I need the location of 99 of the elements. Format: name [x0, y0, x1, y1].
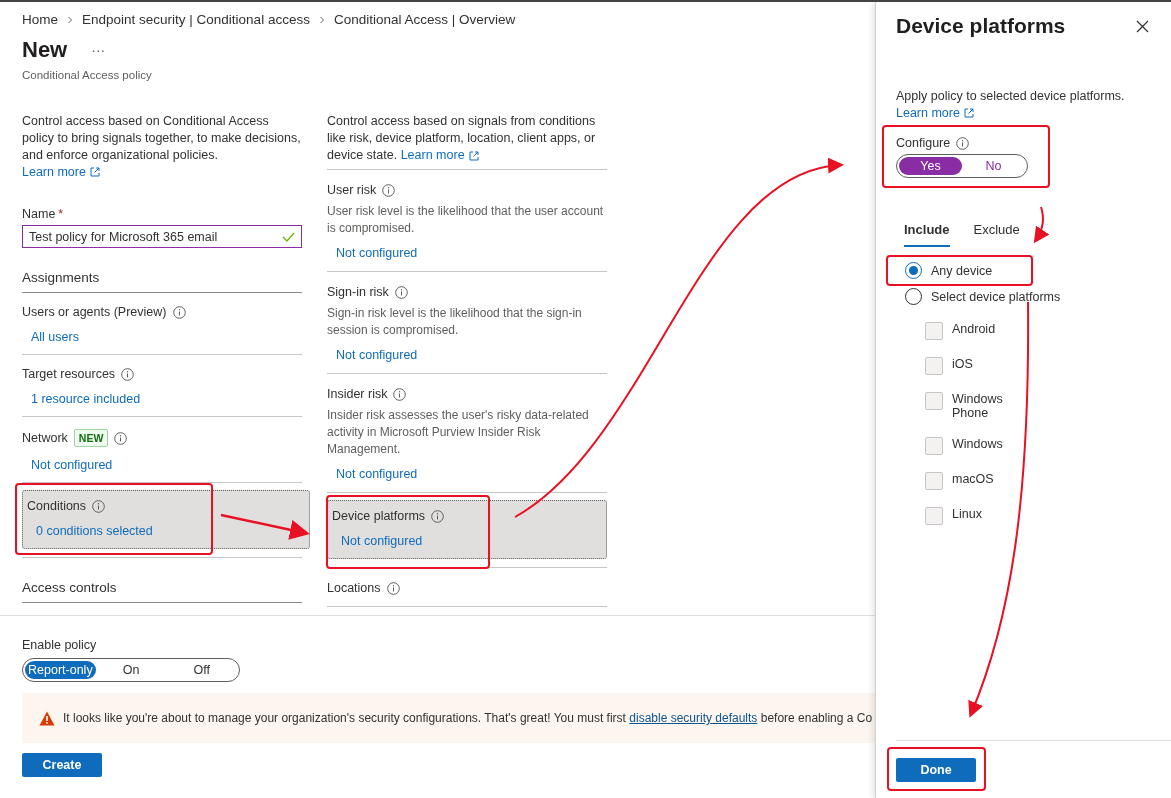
item-value-link[interactable]: All users — [22, 330, 302, 344]
policy-option[interactable]: Report-only — [25, 661, 96, 679]
item-label: Conditions — [27, 499, 87, 513]
learn-more-link[interactable]: Learn more — [896, 106, 974, 120]
item-value-link[interactable]: Not configured — [332, 534, 602, 548]
policy-option[interactable]: Off — [166, 661, 237, 679]
checkbox-label: Linux — [952, 507, 982, 521]
checkbox-label: Windows — [952, 437, 1003, 451]
platform-option[interactable]: macOS — [896, 472, 1026, 490]
platform-option[interactable]: Windows Phone — [896, 392, 1026, 420]
breadcrumb-link[interactable]: Conditional Access | Overview — [333, 12, 516, 27]
radio-option[interactable]: Select device platforms — [905, 288, 1061, 305]
section-heading: Access controls — [22, 580, 302, 603]
breadcrumb-link[interactable]: Home — [22, 12, 58, 27]
conditions-intro: Control access based on signals from conditions like risk, device platform, location, client apps, or device state. Learn more — [327, 113, 597, 164]
radio-label: Any device — [931, 263, 993, 278]
checkbox-label: iOS — [952, 357, 973, 371]
arrow — [1033, 206, 1050, 244]
checkbox[interactable] — [925, 322, 943, 340]
item-value-link[interactable]: Not configured — [327, 467, 607, 481]
checkbox[interactable] — [925, 472, 943, 490]
assignment-item[interactable]: Conditions 0 conditions selected — [22, 490, 310, 549]
platform-option[interactable]: iOS — [896, 357, 1026, 375]
item-value-link[interactable]: 0 conditions selected — [27, 524, 305, 538]
info-icon — [431, 509, 445, 523]
assignment-item[interactable]: Network NEW Not configured — [22, 417, 302, 483]
condition-item[interactable]: Locations — [327, 568, 607, 607]
breadcrumb-link[interactable]: Endpoint security | Conditional access — [82, 12, 310, 27]
item-description: Insider risk assesses the user's risky data-related activity in Microsoft Purview Insider Risk Management. — [327, 407, 590, 458]
done-button[interactable]: Done — [896, 757, 976, 782]
condition-item[interactable]: Device platforms Not configured — [327, 500, 607, 559]
platform-option[interactable]: Windows — [896, 437, 1026, 455]
item-label: Sign-in risk — [327, 285, 389, 299]
assignment-item[interactable]: Target resources 1 resource included — [22, 355, 302, 417]
checkbox-label: Android — [952, 322, 996, 336]
platform-option[interactable]: Android — [896, 322, 1026, 340]
disable-defaults-link[interactable]: disable security defaults — [629, 711, 758, 725]
external-link-icon — [963, 108, 974, 118]
item-value-link[interactable]: Not configured — [327, 246, 607, 260]
assignment-item[interactable]: Users or agents (Preview) All users — [22, 293, 302, 355]
item-description: User risk level is the likelihood that the user account is compromised. — [327, 203, 605, 237]
platform-option[interactable]: Linux — [896, 507, 1026, 525]
item-description: Sign-in risk level is the likelihood that the sign-in session is compromised. — [327, 305, 583, 339]
item-value-link[interactable]: 1 resource included — [22, 392, 302, 406]
item-value-link[interactable]: Not configured — [22, 458, 302, 472]
name-label: Name * — [22, 207, 64, 221]
item-label: Device platforms — [332, 509, 426, 523]
info-icon — [382, 183, 396, 197]
info-icon — [92, 499, 106, 513]
condition-item[interactable]: User risk User risk level is the likelihood that the user account is compromised. Not configured — [327, 170, 607, 272]
chevron-icon — [66, 15, 74, 24]
intro-text: Control access based on Conditional Access policy to bring signals together, to make decisions, and enforce organizational policies. — [22, 113, 302, 164]
info-icon — [956, 136, 970, 150]
info-icon — [386, 581, 400, 595]
radio-option[interactable]: Any device — [905, 262, 993, 279]
more-button[interactable]: ··· — [91, 42, 106, 58]
new-badge: NEW — [73, 429, 109, 447]
page-title: New — [22, 37, 68, 63]
item-label: User risk — [327, 183, 377, 197]
checkbox[interactable] — [925, 357, 943, 375]
configure-label: Configure — [896, 136, 951, 150]
radio-label: Select device platforms — [931, 289, 1061, 304]
panel-title: Device platforms — [896, 14, 1066, 38]
item-label: Network — [22, 431, 68, 445]
item-label: Locations — [327, 581, 381, 595]
item-label: Users or agents (Preview) — [22, 305, 167, 319]
warning-icon — [39, 710, 55, 726]
chevron-icon — [317, 15, 326, 24]
item-label: Target resources — [22, 367, 116, 381]
info-icon — [394, 285, 408, 299]
section-heading: Assignments — [22, 270, 302, 293]
learn-more-link[interactable]: Learn more — [22, 165, 100, 179]
external-link-icon — [468, 150, 479, 161]
name-field[interactable]: Test policy for Microsoft 365 email — [22, 225, 302, 248]
configure-option[interactable]: Yes — [899, 157, 962, 175]
policy-option[interactable]: On — [95, 661, 167, 679]
configure-option[interactable]: No — [962, 157, 1025, 175]
item-value-link[interactable]: Not configured — [327, 348, 607, 362]
checkbox-label: macOS — [952, 472, 994, 486]
tab[interactable]: Exclude — [973, 222, 1020, 247]
checkbox[interactable] — [925, 392, 943, 410]
learn-more-link[interactable]: Learn more — [400, 147, 479, 164]
checkbox-label: Windows Phone — [952, 392, 1004, 420]
panel-description: Apply policy to selected device platforms. — [896, 88, 1126, 105]
info-icon — [121, 367, 135, 381]
condition-item[interactable]: Sign-in risk Sign-in risk level is the likelihood that the sign-in session is compromised. Not configured — [327, 272, 607, 374]
info-icon — [172, 305, 186, 319]
create-button[interactable]: Create — [22, 753, 102, 777]
info-icon — [114, 431, 128, 445]
warning-text: It looks like you're about to manage your organization's security configurations. That's great! You must first disable security defaults before enabling a Co — [63, 711, 873, 725]
tab[interactable]: Include — [904, 222, 950, 247]
external-link-icon — [89, 167, 100, 177]
info-icon — [393, 387, 407, 401]
enable-policy-label: Enable policy — [22, 638, 98, 652]
checkbox[interactable] — [925, 507, 943, 525]
condition-item[interactable]: Insider risk Insider risk assesses the user's risky data-related activity in Microsoft Purview Insider Risk Management. Not configured — [327, 374, 607, 493]
page-subtitle: Conditional Access policy — [22, 69, 153, 81]
checkbox[interactable] — [925, 437, 943, 455]
item-label: Insider risk — [327, 387, 388, 401]
